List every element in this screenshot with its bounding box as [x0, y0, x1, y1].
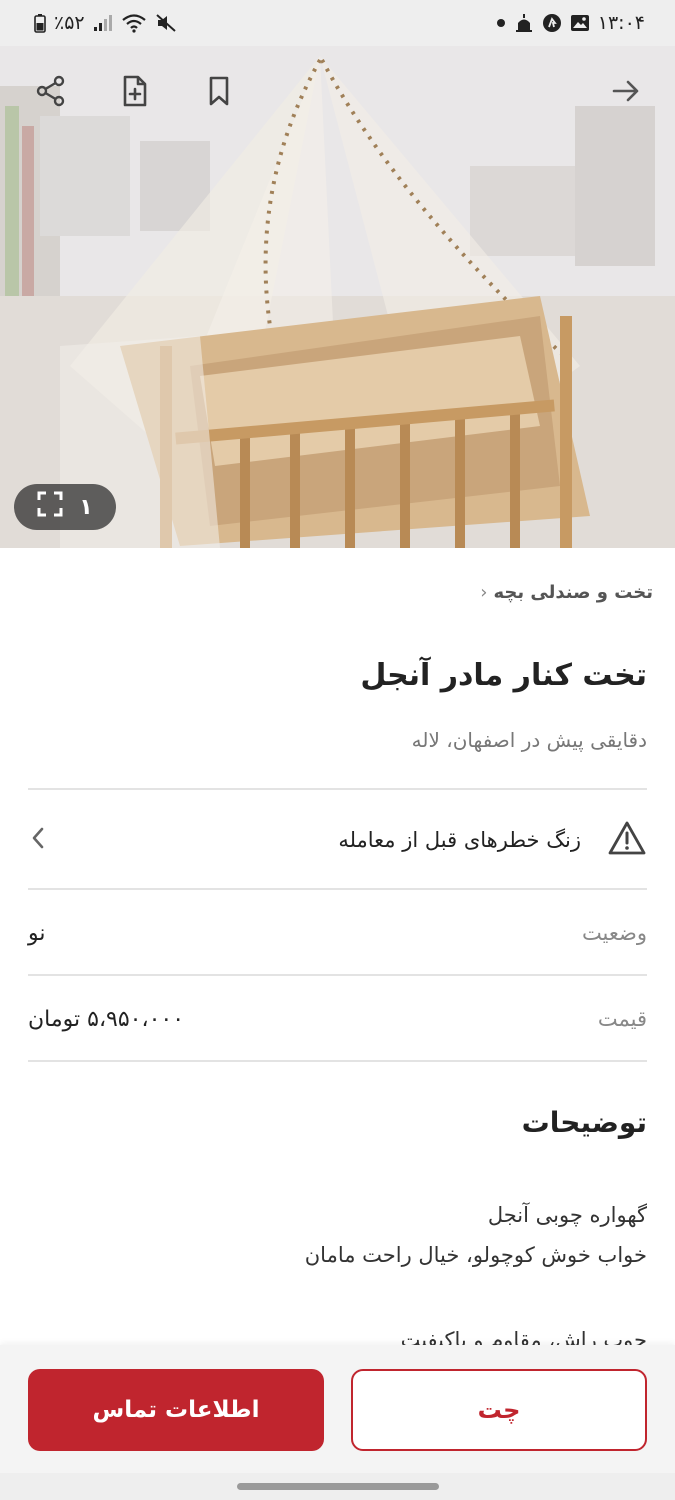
- share-icon: [35, 75, 67, 111]
- back-arrow-icon: [611, 76, 641, 110]
- status-left: ٪۵۲: [34, 12, 177, 34]
- battery-icon: [34, 13, 46, 33]
- safety-warning-content: زنگ خطرهای قبل از معامله: [338, 820, 647, 860]
- bookmark-button[interactable]: [194, 68, 244, 118]
- contact-info-button[interactable]: اطلاعات تماس: [28, 1369, 324, 1451]
- description-line: خواب خوش کوچولو، خیال راحت مامان: [304, 1243, 647, 1267]
- back-button[interactable]: [601, 68, 651, 118]
- chat-button[interactable]: چت: [351, 1369, 647, 1451]
- dot-icon: [496, 18, 506, 28]
- chevron-left-icon: [28, 825, 48, 855]
- status-right: ۱۳:۰۴: [496, 12, 645, 34]
- listing-photo[interactable]: ۱: [0, 46, 675, 548]
- price-label: قیمت: [597, 1007, 647, 1031]
- action-bar: چت اطلاعات تماس: [0, 1345, 675, 1473]
- image-count: ۱: [79, 494, 93, 520]
- listing-title: تخت کنار مادر آنجل: [360, 658, 647, 693]
- divider: [28, 1060, 647, 1062]
- status-bar: ٪۵۲ ۱۳:۰۴: [0, 0, 675, 46]
- crib-photo: [0, 46, 675, 548]
- chevron-left-icon: ‹: [480, 582, 488, 603]
- description-line: گهواره چوبی آنجل: [487, 1203, 647, 1227]
- bookmark-icon: [205, 75, 233, 111]
- breadcrumb[interactable]: تخت و صندلی بچه ‹: [480, 582, 653, 603]
- safety-warning-row[interactable]: زنگ خطرهای قبل از معامله: [28, 790, 647, 890]
- condition-label: وضعیت: [581, 921, 647, 945]
- wifi-icon: [121, 13, 147, 33]
- warning-icon: [607, 820, 647, 860]
- info-row-price: قیمت ۵،۹۵۰،۰۰۰ تومان: [28, 976, 647, 1062]
- info-row-condition: وضعیت نو: [28, 890, 647, 976]
- mosque-icon: [514, 13, 534, 33]
- note-add-icon: [120, 74, 150, 112]
- signal-icon: [93, 14, 113, 32]
- home-indicator[interactable]: [237, 1483, 439, 1490]
- price-value: ۵،۹۵۰،۰۰۰ تومان: [28, 1006, 185, 1032]
- description-heading: توضیحات: [521, 1106, 647, 1139]
- share-button[interactable]: [26, 68, 76, 118]
- gallery-icon: [570, 13, 590, 33]
- fastlane-icon: [542, 13, 562, 33]
- listing-meta: دقایقی پیش در اصفهان، لاله: [411, 728, 647, 752]
- safety-warning-label: زنگ خطرهای قبل از معامله: [338, 828, 581, 852]
- clock: ۱۳:۰۴: [597, 12, 645, 34]
- mute-icon: [155, 13, 177, 33]
- fullscreen-icon: [37, 491, 63, 523]
- listing-page: ٪۵۲ ۱۳:۰۴ ۱ تخت و صندلی بچه ‹ تخت کنار م…: [0, 0, 675, 1500]
- breadcrumb-category[interactable]: تخت و صندلی بچه: [493, 582, 653, 603]
- add-note-button[interactable]: [110, 68, 160, 118]
- condition-value: نو: [28, 920, 46, 946]
- image-counter[interactable]: ۱: [14, 484, 116, 530]
- battery-percent: ٪۵۲: [54, 12, 85, 34]
